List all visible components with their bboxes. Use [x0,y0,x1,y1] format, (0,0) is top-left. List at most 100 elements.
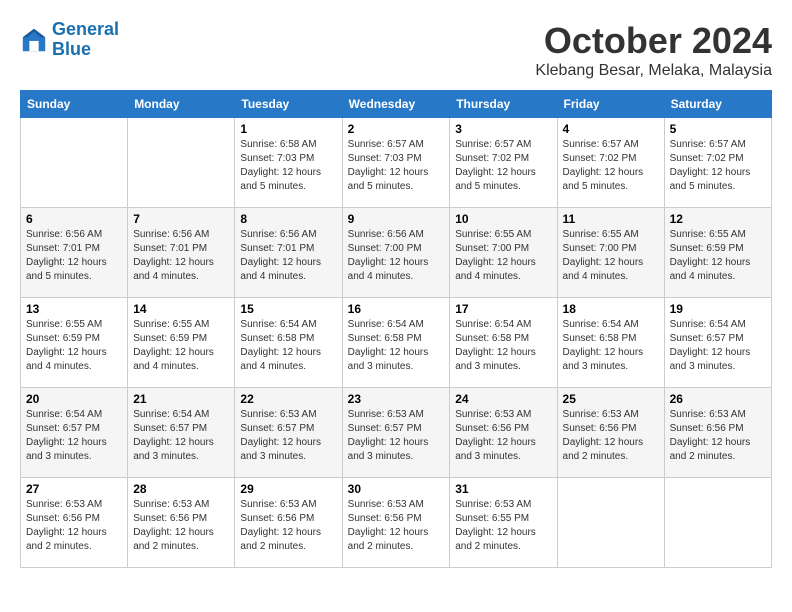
day-cell: 3 Sunrise: 6:57 AM Sunset: 7:02 PM Daylig… [450,118,557,208]
day-number: 9 [348,212,445,226]
day-cell: 1Sunrise: 6:58 AM Sunset: 7:03 PM Daylig… [235,118,342,208]
day-info: Sunrise: 6:54 AM Sunset: 6:57 PM Dayligh… [670,318,766,374]
day-number: 18 [563,302,659,316]
week-row-2: 6 Sunrise: 6:56 AM Sunset: 7:01 PM Daylig… [21,208,772,298]
title-block: October 2024 Klebang Besar, Melaka, Mala… [535,20,772,80]
day-info: Sunrise: 6:56 AM Sunset: 7:01 PM Dayligh… [26,228,122,284]
day-number: 30 [348,482,445,496]
day-info: Sunrise: 6:57 AM Sunset: 7:03 PM Dayligh… [348,138,445,194]
logo-text: General Blue [52,20,119,60]
day-cell [557,478,664,568]
day-number: 12 [670,212,766,226]
day-info: Sunrise: 6:54 AM Sunset: 6:57 PM Dayligh… [133,408,229,464]
day-number: 16 [348,302,445,316]
day-info: Sunrise: 6:53 AM Sunset: 6:56 PM Dayligh… [455,408,551,464]
day-number: 23 [348,392,445,406]
month-title: October 2024 [535,20,772,62]
day-cell: 6 Sunrise: 6:56 AM Sunset: 7:01 PM Daylig… [21,208,128,298]
day-number: 11 [563,212,659,226]
day-number: 22 [240,392,336,406]
day-number: 13 [26,302,122,316]
day-cell: 18Sunrise: 6:54 AM Sunset: 6:58 PM Dayli… [557,298,664,388]
day-cell: 15Sunrise: 6:54 AM Sunset: 6:58 PM Dayli… [235,298,342,388]
logo: General Blue [20,20,119,60]
day-info: Sunrise: 6:56 AM Sunset: 7:00 PM Dayligh… [348,228,445,284]
day-number: 28 [133,482,229,496]
day-number: 21 [133,392,229,406]
week-row-1: 1Sunrise: 6:58 AM Sunset: 7:03 PM Daylig… [21,118,772,208]
header-cell-wednesday: Wednesday [342,91,450,118]
day-cell: 5 Sunrise: 6:57 AM Sunset: 7:02 PM Daylig… [664,118,771,208]
day-cell: 20 Sunrise: 6:54 AM Sunset: 6:57 PM Dayli… [21,388,128,478]
header-row: SundayMondayTuesdayWednesdayThursdayFrid… [21,91,772,118]
day-number: 5 [670,122,766,136]
day-cell: 27Sunrise: 6:53 AM Sunset: 6:56 PM Dayli… [21,478,128,568]
day-info: Sunrise: 6:55 AM Sunset: 7:00 PM Dayligh… [563,228,659,284]
day-cell: 22 Sunrise: 6:53 AM Sunset: 6:57 PM Dayli… [235,388,342,478]
day-number: 27 [26,482,122,496]
day-number: 15 [240,302,336,316]
week-row-5: 27 Sunrise: 6:53 AM Sunset: 6:56 PM Dayli… [21,478,772,568]
day-number: 29 [240,482,336,496]
day-info: Sunrise: 6:53 AM Sunset: 6:56 PM Dayligh… [240,498,336,554]
day-cell: 2 Sunrise: 6:57 AM Sunset: 7:03 PM Daylig… [342,118,450,208]
day-cell: 4 Sunrise: 6:57 AM Sunset: 7:02 PM Daylig… [557,118,664,208]
day-info: Sunrise: 6:53 AM Sunset: 6:56 PM Dayligh… [348,498,445,554]
day-number: 7 [133,212,229,226]
day-cell: 31Sunrise: 6:53 AM Sunset: 6:55 PM Dayli… [450,478,557,568]
day-number: 3 [455,122,551,136]
day-number: 26 [670,392,766,406]
logo-line2: Blue [52,39,91,59]
day-cell: 8Sunrise: 6:56 AM Sunset: 7:01 PM Daylig… [235,208,342,298]
day-cell [128,118,235,208]
day-cell [21,118,128,208]
day-cell: 10Sunrise: 6:55 AM Sunset: 7:00 PM Dayli… [450,208,557,298]
day-info: Sunrise: 6:55 AM Sunset: 6:59 PM Dayligh… [26,318,122,374]
day-cell: 12 Sunrise: 6:55 AM Sunset: 6:59 PM Dayli… [664,208,771,298]
calendar-table: SundayMondayTuesdayWednesdayThursdayFrid… [20,90,772,568]
day-info: Sunrise: 6:57 AM Sunset: 7:02 PM Dayligh… [670,138,766,194]
day-number: 19 [670,302,766,316]
day-cell: 24Sunrise: 6:53 AM Sunset: 6:56 PM Dayli… [450,388,557,478]
week-row-3: 13 Sunrise: 6:55 AM Sunset: 6:59 PM Dayli… [21,298,772,388]
day-number: 1 [240,122,336,136]
header-cell-sunday: Sunday [21,91,128,118]
day-number: 14 [133,302,229,316]
day-cell [664,478,771,568]
day-info: Sunrise: 6:53 AM Sunset: 6:56 PM Dayligh… [670,408,766,464]
day-info: Sunrise: 6:53 AM Sunset: 6:57 PM Dayligh… [240,408,336,464]
location: Klebang Besar, Melaka, Malaysia [535,62,772,80]
day-number: 25 [563,392,659,406]
day-cell: 11 Sunrise: 6:55 AM Sunset: 7:00 PM Dayli… [557,208,664,298]
day-info: Sunrise: 6:55 AM Sunset: 6:59 PM Dayligh… [670,228,766,284]
day-number: 6 [26,212,122,226]
day-number: 8 [240,212,336,226]
day-number: 4 [563,122,659,136]
day-info: Sunrise: 6:54 AM Sunset: 6:57 PM Dayligh… [26,408,122,464]
day-info: Sunrise: 6:57 AM Sunset: 7:02 PM Dayligh… [455,138,551,194]
header-cell-tuesday: Tuesday [235,91,342,118]
day-cell: 16 Sunrise: 6:54 AM Sunset: 6:58 PM Dayli… [342,298,450,388]
logo-icon [20,26,48,54]
day-info: Sunrise: 6:53 AM Sunset: 6:55 PM Dayligh… [455,498,551,554]
day-info: Sunrise: 6:57 AM Sunset: 7:02 PM Dayligh… [563,138,659,194]
day-info: Sunrise: 6:53 AM Sunset: 6:57 PM Dayligh… [348,408,445,464]
header-cell-friday: Friday [557,91,664,118]
day-number: 20 [26,392,122,406]
day-cell: 30 Sunrise: 6:53 AM Sunset: 6:56 PM Dayli… [342,478,450,568]
day-cell: 26 Sunrise: 6:53 AM Sunset: 6:56 PM Dayli… [664,388,771,478]
day-info: Sunrise: 6:54 AM Sunset: 6:58 PM Dayligh… [348,318,445,374]
day-cell: 17 Sunrise: 6:54 AM Sunset: 6:58 PM Dayli… [450,298,557,388]
day-number: 17 [455,302,551,316]
week-row-4: 20 Sunrise: 6:54 AM Sunset: 6:57 PM Dayli… [21,388,772,478]
day-info: Sunrise: 6:56 AM Sunset: 7:01 PM Dayligh… [133,228,229,284]
day-info: Sunrise: 6:54 AM Sunset: 6:58 PM Dayligh… [455,318,551,374]
day-cell: 28Sunrise: 6:53 AM Sunset: 6:56 PM Dayli… [128,478,235,568]
day-cell: 14 Sunrise: 6:55 AM Sunset: 6:59 PM Dayli… [128,298,235,388]
day-cell: 25Sunrise: 6:53 AM Sunset: 6:56 PM Dayli… [557,388,664,478]
header-cell-monday: Monday [128,91,235,118]
header-cell-thursday: Thursday [450,91,557,118]
day-info: Sunrise: 6:55 AM Sunset: 6:59 PM Dayligh… [133,318,229,374]
day-cell: 13 Sunrise: 6:55 AM Sunset: 6:59 PM Dayli… [21,298,128,388]
day-number: 2 [348,122,445,136]
